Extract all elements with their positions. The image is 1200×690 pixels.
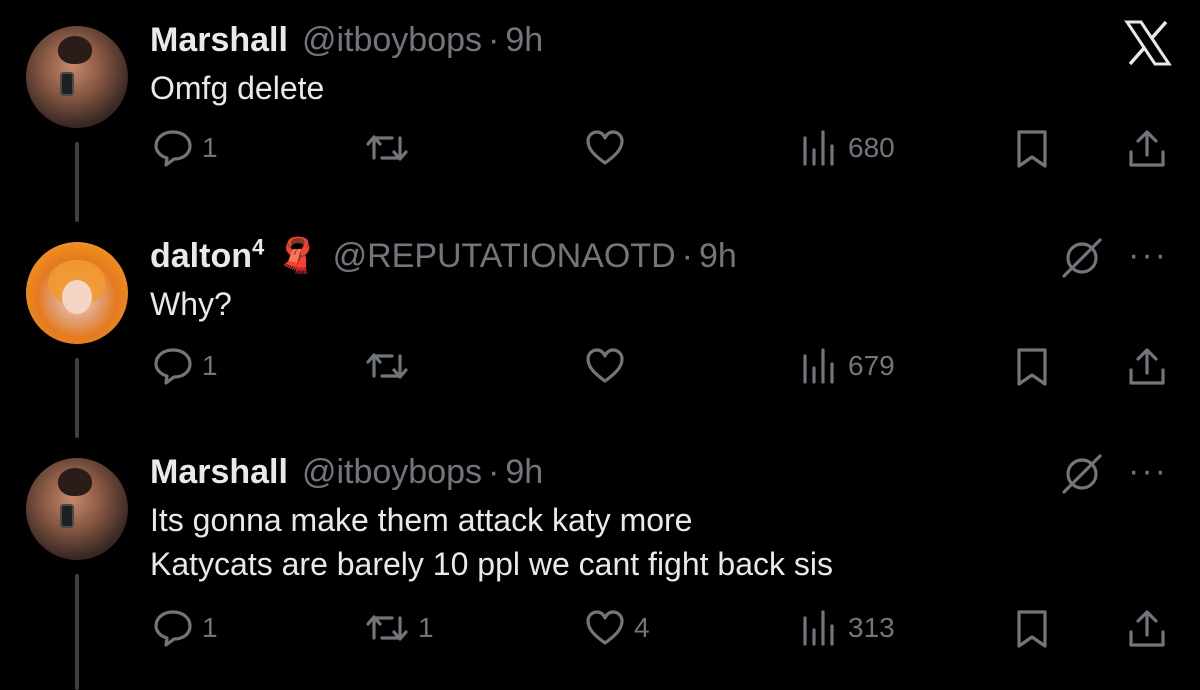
bookmark-button[interactable] [1014, 128, 1050, 170]
reply-button[interactable]: 1 [152, 608, 218, 648]
reply-icon [152, 346, 194, 386]
timestamp[interactable]: 9h [505, 453, 543, 491]
heart-icon [584, 128, 626, 168]
view-count: 680 [848, 132, 895, 163]
avatar[interactable] [26, 242, 128, 344]
action-bar: 1 680 [0, 128, 1200, 176]
like-button[interactable]: 4 [584, 608, 650, 648]
bookmark-button[interactable] [1014, 608, 1050, 650]
repost-icon [364, 346, 410, 386]
more-options-button[interactable]: ··· [1128, 452, 1168, 491]
reply-button[interactable]: 1 [152, 346, 218, 386]
heart-icon [584, 346, 626, 386]
action-bar: 1 1 4 313 [0, 608, 1200, 656]
views-button[interactable]: 680 [800, 128, 895, 168]
tweet-header: Marshall @itboybops · 9h [150, 452, 543, 492]
share-button[interactable] [1126, 346, 1168, 388]
view-count: 313 [848, 612, 895, 643]
timestamp[interactable]: 9h [505, 21, 543, 59]
share-button[interactable] [1126, 128, 1168, 170]
grok-icon[interactable] [1060, 452, 1104, 501]
tweet-text-line: Why? [150, 286, 232, 322]
like-count: 4 [634, 612, 650, 643]
bookmark-icon [1014, 128, 1050, 170]
tweet-text-line: Katycats are barely 10 ppl we cant fight… [150, 546, 834, 582]
avatar[interactable] [26, 458, 128, 560]
bookmark-button[interactable] [1014, 346, 1050, 388]
user-handle[interactable]: @REPUTATIONAOTD [333, 237, 676, 275]
grok-icon[interactable] [1060, 236, 1104, 285]
reply-icon [152, 608, 194, 648]
x-logo-icon[interactable] [1124, 20, 1172, 71]
timestamp[interactable]: 9h [699, 237, 737, 275]
reply-icon [152, 128, 194, 168]
user-handle[interactable]: @itboybops [302, 453, 482, 491]
tweet-text-line: Its gonna make them attack katy more [150, 502, 693, 538]
user-handle[interactable]: @itboybops [302, 21, 482, 59]
share-icon [1126, 608, 1168, 650]
repost-icon [364, 128, 410, 168]
separator-dot: · [488, 453, 500, 491]
display-name[interactable]: Marshall [150, 453, 288, 491]
repost-button[interactable] [364, 346, 418, 386]
reply-button[interactable]: 1 [152, 128, 218, 168]
repost-button[interactable] [364, 128, 418, 168]
more-options-button[interactable]: ··· [1128, 236, 1168, 275]
like-button[interactable] [584, 346, 634, 386]
avatar[interactable] [26, 26, 128, 128]
display-name[interactable]: Marshall [150, 21, 288, 59]
views-button[interactable]: 679 [800, 346, 895, 386]
heart-icon [584, 608, 626, 648]
reply-count: 1 [202, 132, 218, 163]
scarf-emoji: 🧣 [276, 237, 319, 275]
repost-icon [364, 608, 410, 648]
repost-count: 1 [418, 612, 434, 643]
repost-button[interactable]: 1 [364, 608, 434, 648]
share-button[interactable] [1126, 608, 1168, 650]
action-bar: 1 679 [0, 346, 1200, 394]
tweet-text-line: Omfg delete [150, 70, 325, 106]
tweet-header: Marshall @itboybops · 9h [150, 20, 543, 60]
reply-count: 1 [202, 350, 218, 381]
bookmark-icon [1014, 608, 1050, 650]
views-icon [800, 346, 840, 386]
like-button[interactable] [584, 128, 634, 168]
tweet-header: dalton4 🧣 @REPUTATIONAOTD · 9h [150, 236, 737, 276]
views-button[interactable]: 313 [800, 608, 895, 648]
separator-dot: · [488, 21, 500, 59]
view-count: 679 [848, 350, 895, 381]
share-icon [1126, 346, 1168, 388]
views-icon [800, 128, 840, 168]
views-icon [800, 608, 840, 648]
display-name-superscript: 4 [251, 234, 265, 260]
bookmark-icon [1014, 346, 1050, 388]
tweet-text: Omfg delete [150, 66, 324, 110]
display-name[interactable]: dalton [150, 237, 252, 275]
tweet-text: Its gonna make them attack katy more Kat… [150, 498, 833, 586]
tweet-text: Why? [150, 282, 232, 326]
separator-dot: · [681, 237, 693, 275]
reply-count: 1 [202, 612, 218, 643]
share-icon [1126, 128, 1168, 170]
